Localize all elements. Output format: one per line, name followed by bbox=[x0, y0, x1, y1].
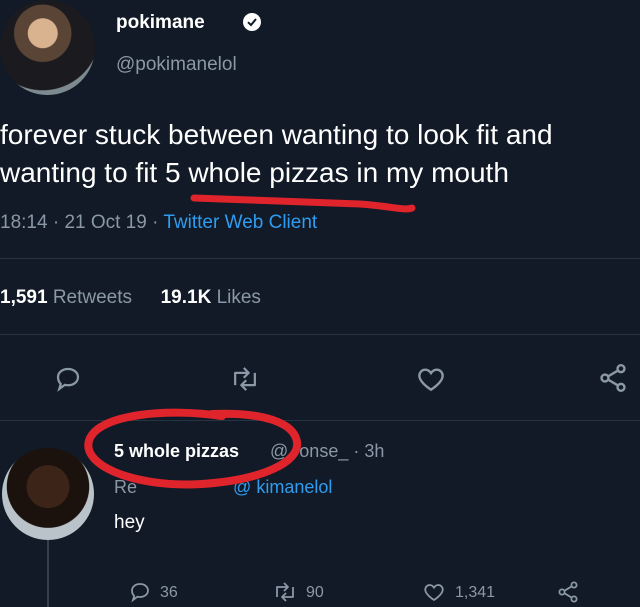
reply-icon[interactable] bbox=[53, 364, 83, 394]
share-icon[interactable] bbox=[597, 362, 629, 394]
reply-icon[interactable] bbox=[128, 580, 152, 604]
reply-age: 3h bbox=[364, 441, 385, 461]
reply-replies-count: 36 bbox=[160, 584, 178, 601]
divider bbox=[0, 258, 640, 259]
verified-badge-icon bbox=[243, 13, 261, 31]
author-handle[interactable]: @pokimanelol bbox=[116, 54, 237, 76]
like-icon[interactable] bbox=[415, 363, 447, 395]
tweet-time: 18:14 bbox=[0, 212, 48, 233]
retweet-icon[interactable] bbox=[272, 580, 298, 604]
retweets-count[interactable]: 1,591 bbox=[0, 287, 48, 308]
author-avatar[interactable] bbox=[0, 0, 95, 95]
reply-retweets-count: 90 bbox=[306, 584, 324, 601]
reply-likes-count: 1,341 bbox=[455, 584, 496, 601]
likes-count[interactable]: 19.1K bbox=[161, 287, 212, 308]
tweet-date: 21 Oct 19 bbox=[64, 212, 147, 233]
retweets-label[interactable]: Retweets bbox=[53, 287, 132, 308]
tweet-stats: 1,591 Retweets 19.1K Likes bbox=[0, 287, 261, 309]
retweet-icon[interactable] bbox=[229, 364, 261, 394]
tweet-client-link[interactable]: Twitter Web Client bbox=[163, 212, 317, 233]
divider bbox=[0, 334, 640, 335]
like-icon[interactable] bbox=[422, 580, 446, 604]
author-display-name[interactable]: pokimane bbox=[116, 12, 205, 34]
likes-label[interactable]: Likes bbox=[217, 287, 261, 308]
thread-line bbox=[47, 540, 49, 607]
reply-text: hey bbox=[114, 512, 145, 533]
share-icon[interactable] bbox=[556, 580, 580, 604]
tweet-meta: 18:14 · 21 Oct 19 · Twitter Web Client bbox=[0, 212, 318, 233]
annotation-circle bbox=[84, 408, 302, 489]
